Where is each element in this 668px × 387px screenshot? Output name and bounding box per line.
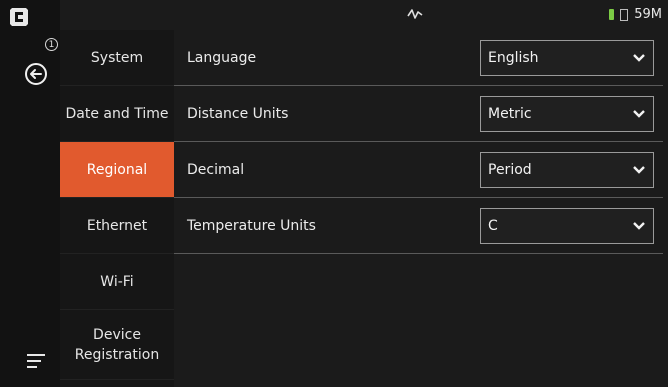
nav-item-ethernet[interactable]: Ethernet <box>60 198 174 254</box>
setting-row-language: Language English <box>174 30 668 86</box>
setting-row-decimal: Decimal Period <box>174 142 668 198</box>
status-area: 59M <box>609 7 662 22</box>
nav-item-label: Device Registration <box>75 325 159 365</box>
left-rail: 1 <box>0 0 60 387</box>
nav-item-device-registration[interactable]: Device Registration <box>60 310 174 380</box>
chevron-down-icon <box>633 54 645 62</box>
setting-label: Distance Units <box>187 106 289 122</box>
nav-item-label: Regional <box>86 161 148 178</box>
memory-indicator: 59M <box>634 7 662 22</box>
battery-icon <box>609 9 615 20</box>
decimal-select[interactable]: Period <box>480 152 654 188</box>
nav-item-label: Wi-Fi <box>100 273 134 290</box>
battery-slot-icon <box>620 8 629 21</box>
notification-badge[interactable]: 1 <box>45 38 58 51</box>
signal-icon <box>407 9 423 19</box>
chevron-down-icon <box>633 222 645 230</box>
language-select[interactable]: English <box>480 40 654 76</box>
chevron-down-icon <box>633 166 645 174</box>
setting-label: Decimal <box>187 162 245 178</box>
setting-row-distance-units: Distance Units Metric <box>174 86 668 142</box>
settings-nav: System Date and Time Regional Ethernet W… <box>60 30 174 387</box>
setting-label: Temperature Units <box>187 218 316 234</box>
select-value: English <box>488 50 539 66</box>
top-status-bar: 59M <box>60 0 668 30</box>
distance-units-select[interactable]: Metric <box>480 96 654 132</box>
regional-settings-panel: Language English Distance Units Metric D… <box>174 30 668 387</box>
temperature-units-select[interactable]: C <box>480 208 654 244</box>
nav-item-system[interactable]: System <box>60 30 174 86</box>
chevron-down-icon <box>633 110 645 118</box>
back-arrow-icon[interactable] <box>24 62 48 86</box>
setting-label: Language <box>187 50 257 66</box>
nav-item-date-and-time[interactable]: Date and Time <box>60 86 174 142</box>
row-divider <box>174 253 663 254</box>
nav-item-label-line2: Registration <box>74 346 160 363</box>
nav-item-wifi[interactable]: Wi-Fi <box>60 254 174 310</box>
nav-item-label: Ethernet <box>86 217 148 234</box>
nav-item-label: System <box>90 49 144 66</box>
select-value: C <box>488 218 498 234</box>
hamburger-menu-icon[interactable] <box>26 352 48 370</box>
select-value: Period <box>488 162 532 178</box>
app-logo-icon[interactable] <box>8 6 30 28</box>
select-value: Metric <box>488 106 532 122</box>
nav-item-label-line1: Device <box>93 326 141 343</box>
setting-row-temperature-units: Temperature Units C <box>174 198 668 254</box>
nav-item-label: Date and Time <box>65 105 169 122</box>
nav-item-regional[interactable]: Regional <box>60 142 174 198</box>
